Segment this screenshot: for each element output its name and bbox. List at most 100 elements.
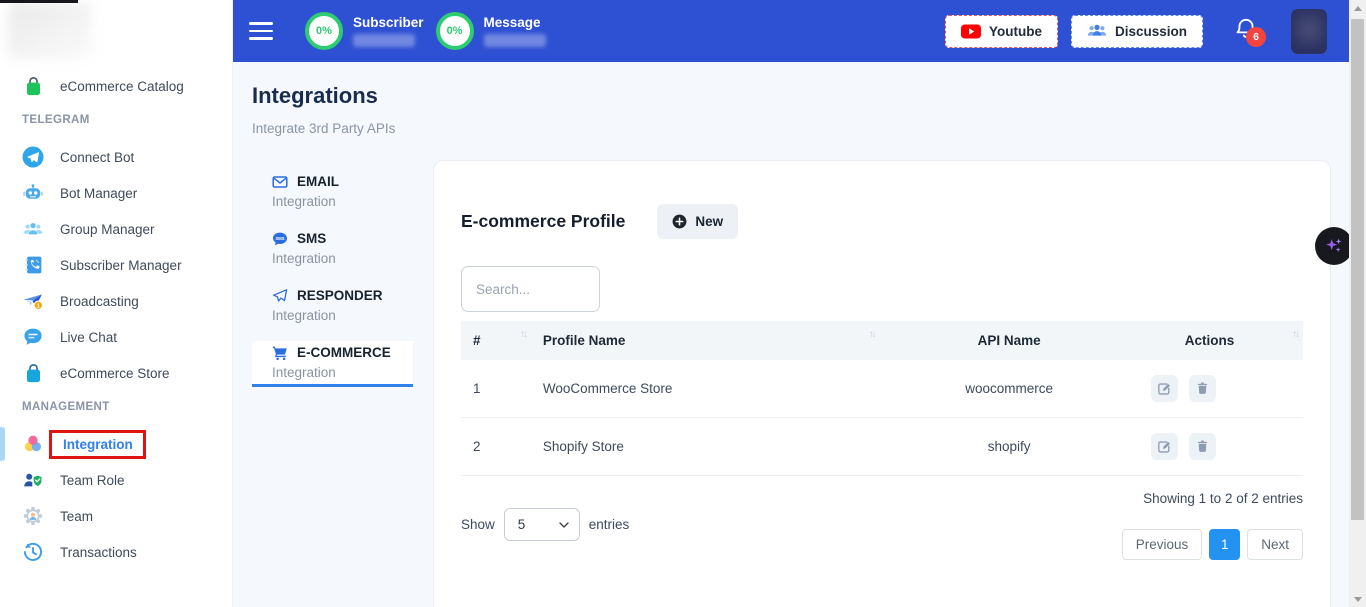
youtube-button-label: Youtube [989,24,1042,39]
tab-ecommerce-integration[interactable]: E-COMMERCE Integration [252,341,413,387]
scrollbar-up-arrow[interactable] [1349,0,1366,16]
chat-bubble-icon [21,325,45,349]
sidebar-item-label: Live Chat [60,330,117,345]
sidebar-menu: eCommerce Catalog TELEGRAM Connect Bot B… [0,68,232,570]
person-shield-icon [21,468,45,492]
sidebar-item-live-chat[interactable]: Live Chat [0,319,232,355]
edit-button[interactable] [1151,433,1178,460]
active-item-indicator [0,427,5,461]
youtube-icon [961,24,981,39]
sms-bubble-icon: SMS [272,231,288,247]
sidebar-item-label: Broadcasting [60,294,139,309]
sparkles-icon [1323,235,1345,257]
sidebar-item-label: Connect Bot [60,150,134,165]
column-header-api-name[interactable]: API Name [879,321,1138,360]
integration-tabs: EMAIL Integration SMS SMS Integration RE… [252,170,413,401]
sidebar-item-bot-manager[interactable]: Bot Manager [0,175,232,211]
tab-sub-label: Integration [272,364,413,381]
sidebar-item-team[interactable]: Team [0,498,232,534]
browser-scrollbar[interactable] [1349,0,1366,607]
delete-button[interactable] [1189,375,1216,402]
previous-page-button[interactable]: Previous [1122,529,1203,560]
sidebar-item-label: Bot Manager [60,186,137,201]
chevron-down-icon [559,522,569,528]
new-profile-button[interactable]: New [657,204,738,239]
broadcast-plane-icon: 1 [21,289,45,313]
sort-icon[interactable]: ↑↓ [1293,329,1299,340]
tab-sms-integration[interactable]: SMS SMS Integration [252,227,413,270]
sidebar-item-label: Transactions [60,545,137,560]
edit-button[interactable] [1151,375,1178,402]
sidebar-item-integration[interactable]: Integration [0,426,232,462]
tab-sub-label: Integration [272,250,413,267]
message-progress-value: 0% [447,25,463,37]
tab-name-label: RESPONDER [297,287,383,304]
tab-sub-label: Integration [272,307,413,324]
sidebar-item-label: eCommerce Store [60,366,170,381]
trash-icon [1195,381,1210,396]
ai-assistant-button[interactable] [1315,227,1353,265]
page-subtitle: Integrate 3rd Party APIs [252,121,395,136]
sidebar-item-ecommerce-catalog[interactable]: eCommerce Catalog [0,68,232,104]
sidebar-item-transactions[interactable]: Transactions [0,534,232,570]
avatar-blurred-photo [1291,9,1327,54]
sidebar-item-label: Team Role [60,473,125,488]
sidebar: eCommerce Catalog TELEGRAM Connect Bot B… [0,0,233,607]
delete-button[interactable] [1189,433,1216,460]
people-group-icon [21,217,45,241]
page-1-button[interactable]: 1 [1209,529,1240,560]
notifications-button[interactable]: 6 [1233,16,1263,46]
paper-plane-icon [272,288,288,304]
page-size-value: 5 [518,517,526,532]
discussion-button[interactable]: Discussion [1071,15,1203,48]
sidebar-item-subscriber-manager[interactable]: Subscriber Manager [0,247,232,283]
plus-circle-icon [672,214,687,229]
sidebar-item-broadcasting[interactable]: 1 Broadcasting [0,283,232,319]
youtube-button[interactable]: Youtube [945,15,1058,48]
message-metric: 0% Message [436,12,546,50]
sidebar-item-ecommerce-store[interactable]: eCommerce Store [0,355,232,391]
sidebar-item-team-role[interactable]: Team Role [0,462,232,498]
sidebar-item-label: Group Manager [60,222,155,237]
profile-name-cell: Shopify Store [531,418,880,476]
tab-name-label: SMS [297,230,326,247]
edit-pencil-icon [1156,439,1172,455]
app-logo-blurred [8,2,92,60]
showing-entries-info: Showing 1 to 2 of 2 entries [1122,491,1303,506]
sort-icon[interactable]: ↑↓ [520,329,526,340]
subscriber-metric-label: Subscriber [353,15,424,30]
column-header-number[interactable]: # ↑↓ [461,321,531,360]
show-label: Show [461,517,495,532]
trash-icon [1195,439,1210,454]
sidebar-item-label: Team [60,509,93,524]
entries-label: entries [589,517,630,532]
next-page-button[interactable]: Next [1247,529,1303,560]
sidebar-item-label: eCommerce Catalog [60,79,184,94]
sidebar-item-label: Subscriber Manager [60,258,182,273]
pagination: Previous 1 Next [1122,529,1303,560]
sidebar-item-group-manager[interactable]: Group Manager [0,211,232,247]
svg-text:SMS: SMS [275,235,284,240]
search-input[interactable] [461,266,600,312]
scrollbar-thumb[interactable] [1351,19,1364,520]
user-avatar[interactable] [1291,9,1327,54]
panel-heading: E-commerce Profile [461,211,625,232]
tab-sub-label: Integration [272,193,413,210]
column-header-actions[interactable]: Actions ↑↓ [1139,321,1303,360]
hamburger-menu-icon[interactable] [249,22,273,40]
sidebar-item-connect-bot[interactable]: Connect Bot [0,139,232,175]
page-size-select[interactable]: 5 [504,508,580,541]
topbar: 0% Subscriber 0% Message Youtube Discuss… [233,0,1349,62]
tab-responder-integration[interactable]: RESPONDER Integration [252,284,413,327]
sidebar-section-management: MANAGEMENT [0,391,232,426]
history-clock-icon [21,540,45,564]
scrollbar-down-arrow[interactable] [1349,591,1366,607]
new-button-label: New [695,214,723,229]
annotation-highlight-box: Integration [49,430,146,459]
tab-email-integration[interactable]: EMAIL Integration [252,170,413,213]
column-header-profile-name[interactable]: Profile Name ↑↓ [531,321,880,360]
envelope-icon [272,174,288,190]
edit-pencil-icon [1156,381,1172,397]
sidebar-item-label: Integration [63,437,133,452]
sort-icon[interactable]: ↑↓ [869,329,875,340]
